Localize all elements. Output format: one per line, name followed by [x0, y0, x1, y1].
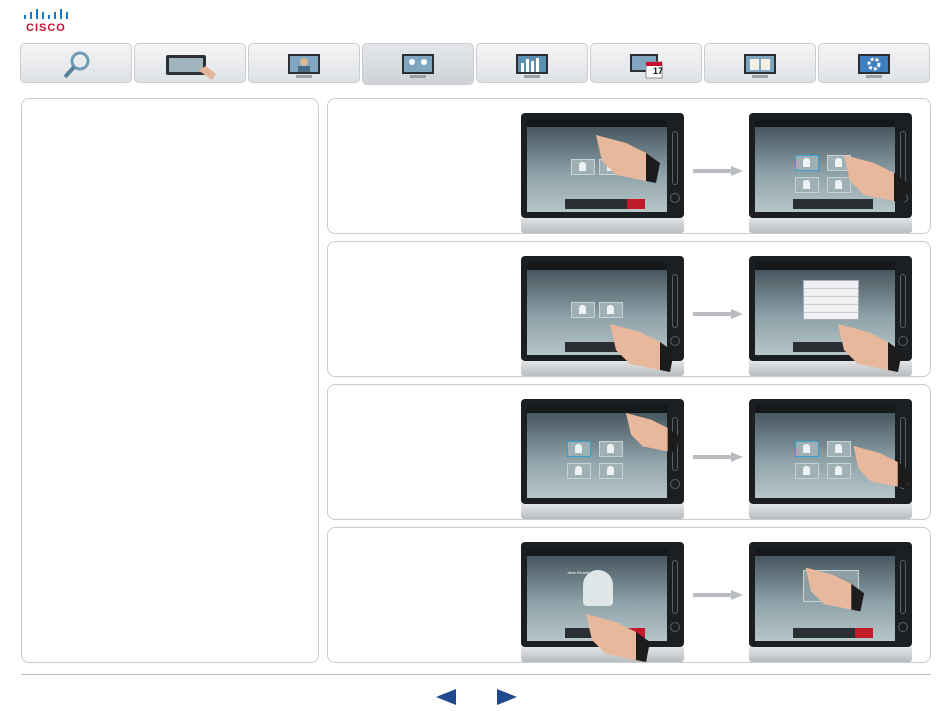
hand-pointer-icon — [586, 614, 650, 662]
search-icon — [63, 51, 90, 79]
touch-panel-icon — [166, 55, 216, 80]
footer-divider — [21, 674, 931, 675]
step-4-panel: Jane Ekdahl — [327, 527, 931, 663]
hand-pointer-icon — [596, 135, 660, 183]
presentation-icon — [516, 54, 548, 78]
instructions-panel — [21, 98, 319, 663]
hand-pointer-icon — [844, 155, 908, 203]
hand-pointer-icon — [853, 446, 911, 489]
step-3-after-screen — [749, 399, 912, 519]
hand-pointer-icon — [626, 413, 680, 453]
arrow-right-icon — [693, 590, 743, 600]
tab-search[interactable] — [20, 43, 132, 83]
hand-pointer-icon — [805, 567, 865, 612]
step-1-before-screen — [521, 113, 684, 233]
step-3-panel — [327, 384, 931, 520]
cisco-logo: CISCO — [24, 8, 74, 34]
settings-icon — [858, 54, 890, 78]
tab-touch-panel[interactable] — [134, 43, 246, 83]
step-2-before-screen — [521, 256, 684, 376]
step-1-panel — [327, 98, 931, 234]
arrow-right-icon — [693, 166, 743, 176]
tab-video-call[interactable] — [248, 43, 360, 83]
hand-pointer-icon — [610, 324, 674, 372]
previous-page-button[interactable] — [436, 689, 456, 705]
step-4-before-screen: Jane Ekdahl — [521, 542, 684, 662]
tab-presentation[interactable] — [476, 43, 588, 83]
cisco-bars-icon — [24, 9, 68, 19]
calendar-day-label: 17 — [653, 66, 664, 76]
tab-book[interactable] — [704, 43, 816, 83]
step-4-after-screen — [749, 542, 912, 662]
video-call-icon — [288, 54, 320, 78]
step-2-after-screen — [749, 256, 912, 376]
step-2-panel — [327, 241, 931, 377]
arrow-right-icon — [693, 452, 743, 462]
arrow-right-icon — [693, 309, 743, 319]
caller-name: Jane Ekdahl — [567, 570, 590, 575]
tab-conference[interactable] — [362, 43, 474, 85]
step-3-before-screen — [521, 399, 684, 519]
next-page-button[interactable] — [497, 689, 517, 705]
cisco-wordmark: CISCO — [26, 22, 66, 34]
tab-settings[interactable] — [818, 43, 930, 83]
hand-pointer-icon — [838, 324, 902, 372]
top-navigation: 17 — [20, 43, 932, 85]
tab-calendar[interactable]: 17 — [590, 43, 702, 83]
step-1-after-screen — [749, 113, 912, 233]
book-icon — [744, 54, 776, 78]
conference-icon — [402, 54, 434, 78]
